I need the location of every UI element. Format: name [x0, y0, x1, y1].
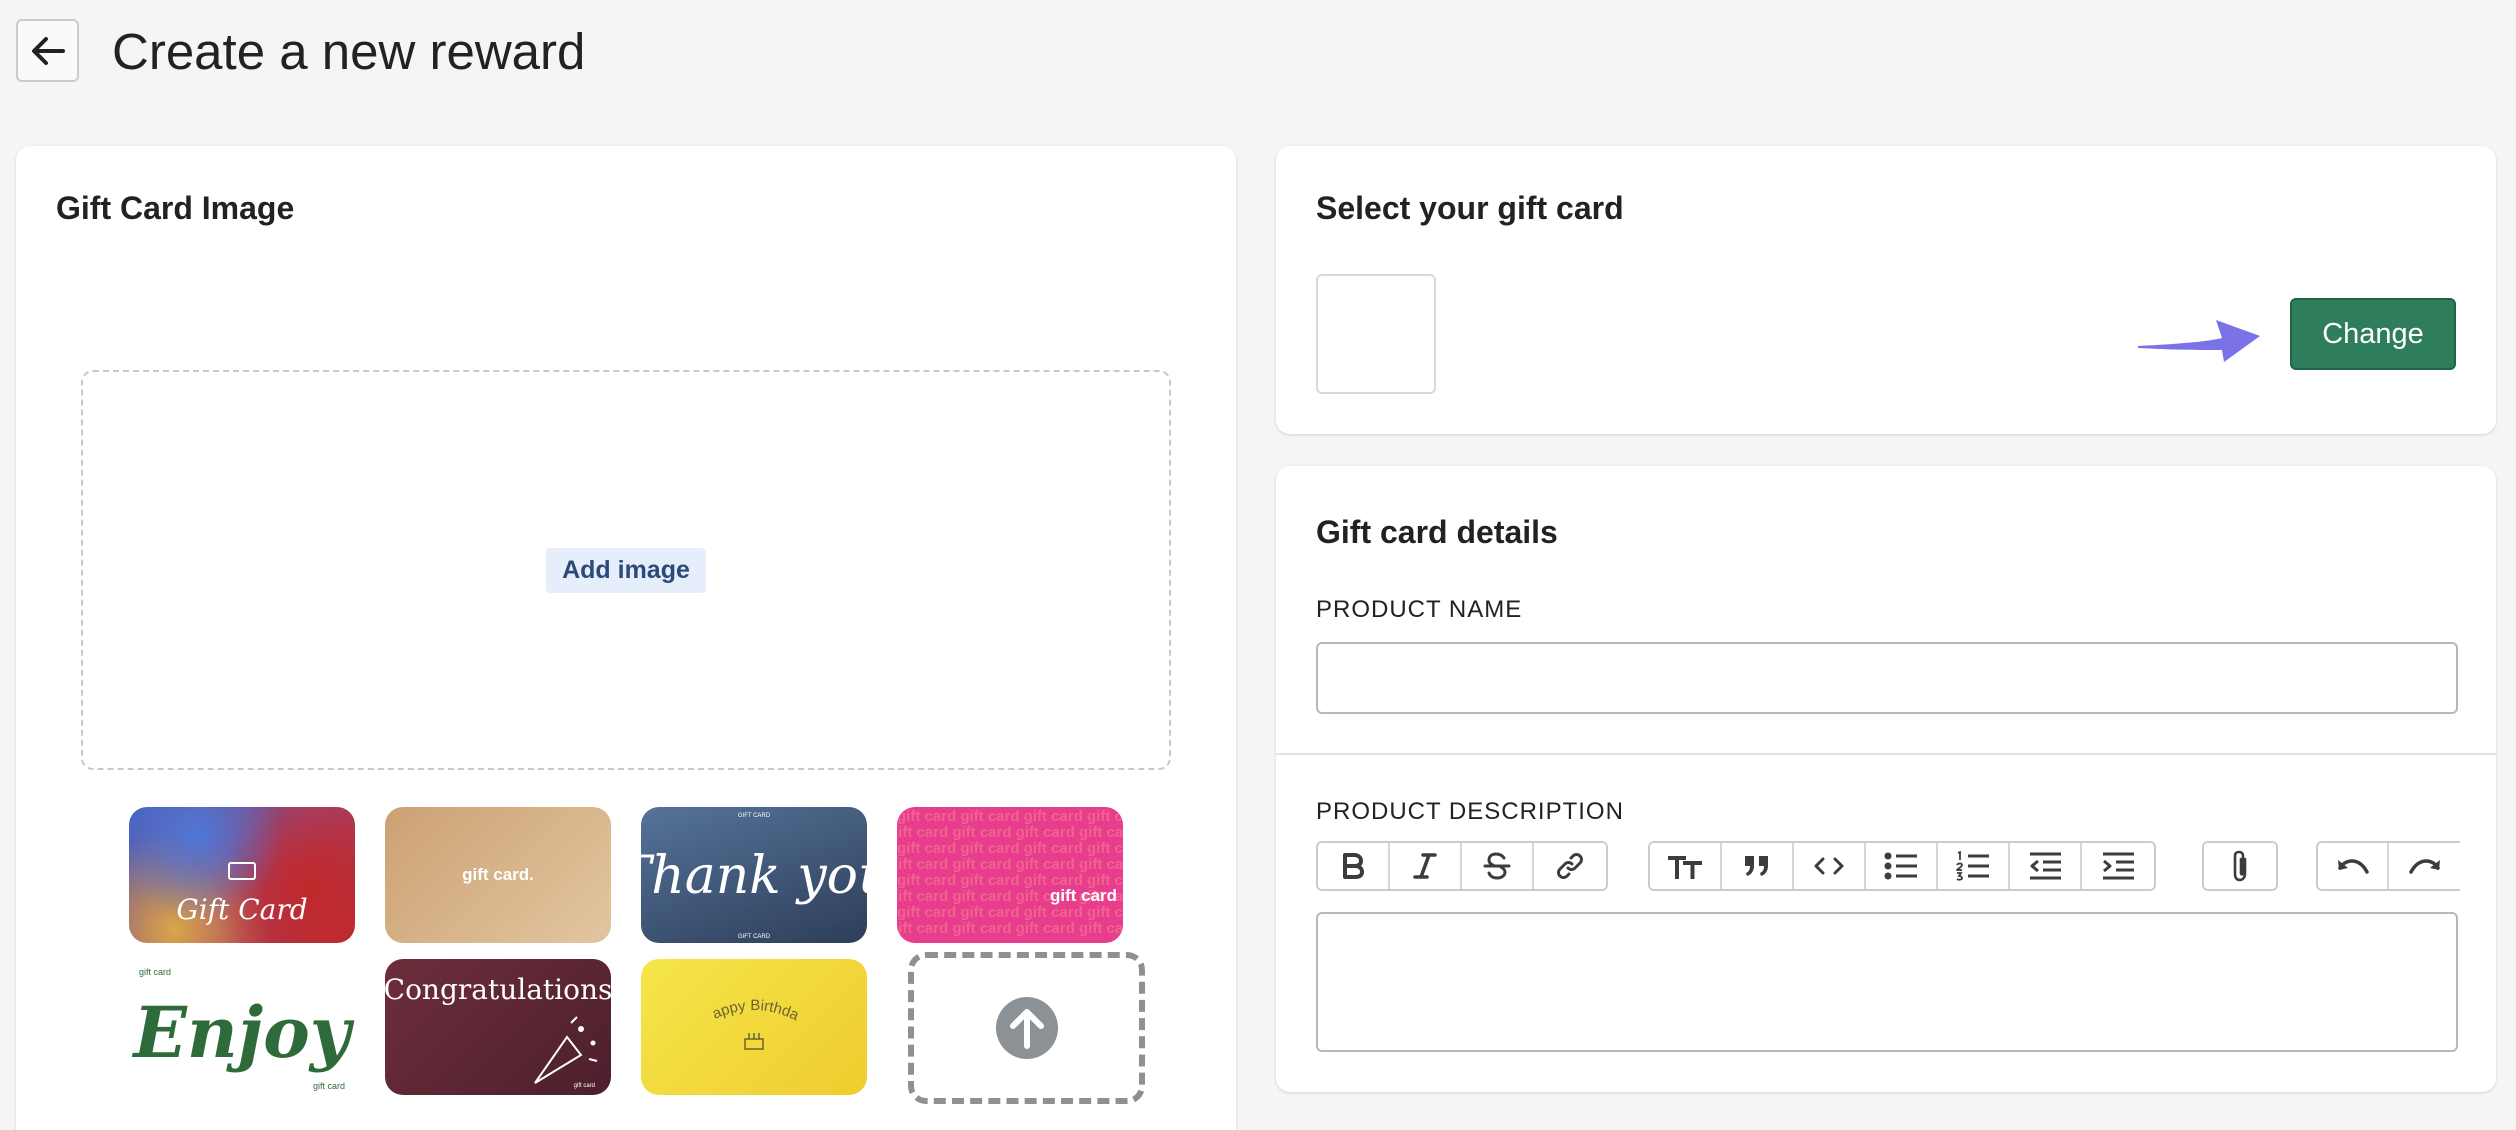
link-button[interactable] [1534, 843, 1606, 889]
bullet-list-button[interactable] [1866, 843, 1938, 889]
product-name-input[interactable] [1316, 642, 2458, 714]
toolbar-group-text-format [1316, 841, 1608, 891]
heading-icon [1668, 856, 1702, 879]
upload-image-tile[interactable] [908, 952, 1145, 1104]
svg-text:gift card gift card gift card: gift card gift card gift card gift card … [897, 840, 1123, 857]
select-gift-card-heading: Select your gift card [1316, 190, 1624, 226]
template-happy-birthday[interactable]: Happy Birthday [641, 959, 867, 1095]
strikethrough-icon [1483, 852, 1511, 880]
page-title: Create a new reward [112, 23, 586, 80]
decrease-indent-button[interactable] [2010, 843, 2082, 889]
template-enjoy[interactable]: gift card Enjoy gift card [129, 959, 355, 1095]
decrease-indent-icon [2030, 852, 2061, 880]
quote-button[interactable] [1722, 843, 1794, 889]
selected-gift-card-preview [1316, 274, 1436, 394]
gift-card-pink-art: gift card gift card gift card gift card … [897, 808, 1123, 937]
svg-text:Gift Card: Gift Card [176, 893, 307, 926]
undo-button[interactable] [2318, 843, 2390, 889]
gift-card-image-heading: Gift Card Image [56, 190, 295, 226]
enjoy-art: gift card Enjoy gift card [132, 967, 355, 1091]
template-gift-card-gradient[interactable]: Gift Card [129, 807, 355, 943]
svg-text:gift card gift card gift card: gift card gift card gift card gift card … [897, 824, 1123, 841]
svg-text:gift card: gift card [313, 1081, 345, 1091]
attach-icon [2233, 850, 2247, 882]
numbered-list-icon [1956, 851, 1989, 881]
code-icon [1814, 857, 1844, 875]
redo-button[interactable] [2389, 843, 2460, 889]
svg-text:Happy Birthday: Happy Birthday [641, 959, 802, 1024]
product-description-label: PRODUCT DESCRIPTION [1316, 798, 1624, 825]
svg-text:gift card gift card gift card: gift card gift card gift card gift card … [897, 856, 1123, 873]
image-dropzone[interactable]: Add image [81, 370, 1171, 770]
heading-button[interactable] [1650, 843, 1722, 889]
arrow-up-circle-icon [995, 997, 1058, 1059]
svg-text:Thank you: Thank you [641, 846, 867, 906]
bold-icon [1343, 853, 1364, 879]
svg-text:Congratulations: Congratulations [385, 973, 611, 1006]
template-congratulations[interactable]: Congratulations gift card [385, 959, 611, 1095]
happy-birthday-art: Happy Birthday [641, 959, 802, 1050]
svg-text:gift card: gift card [1050, 886, 1117, 905]
bullet-list-icon [1884, 852, 1917, 880]
gift-card-details-card: Gift card details PRODUCT NAME PRODUCT D… [1276, 466, 2496, 1092]
arrow-right-icon [2138, 320, 2260, 362]
numbered-list-button[interactable] [1938, 843, 2010, 889]
svg-text:gift card: gift card [574, 1083, 595, 1089]
select-gift-card-card: Select your gift card Change [1276, 146, 2496, 434]
gift-card-image-card: Gift Card Image Add image Gift Card gift… [16, 146, 1236, 1130]
template-thank-you[interactable]: GIFT CARD Thank you GIFT CARD [641, 807, 867, 943]
svg-text:Enjoy: Enjoy [132, 991, 355, 1074]
strikethrough-button[interactable] [1462, 843, 1534, 889]
bold-button[interactable] [1318, 843, 1390, 889]
undo-icon [2337, 859, 2369, 874]
thank-you-art: GIFT CARD Thank you GIFT CARD [641, 813, 867, 940]
divider [1276, 753, 2496, 755]
increase-indent-icon [2103, 852, 2134, 880]
redo-icon [2408, 859, 2440, 874]
toolbar-group-history [2316, 841, 2460, 891]
template-gift-card-pink[interactable]: gift card gift card gift card gift card … [897, 807, 1123, 943]
svg-text:gift card gift card gift card: gift card gift card gift card gift card … [897, 808, 1123, 825]
product-description-editor[interactable] [1316, 912, 2458, 1052]
back-button[interactable] [16, 19, 79, 82]
svg-text:GIFT CARD: GIFT CARD [738, 813, 771, 819]
gift-card-tan-label: gift card. [462, 865, 534, 884]
svg-text:gift card: gift card [139, 967, 171, 977]
gift-card-gradient-art: Gift Card [176, 862, 308, 926]
italic-button[interactable] [1390, 843, 1462, 889]
toolbar-group-blocks [1648, 841, 2156, 891]
attach-button[interactable] [2204, 843, 2276, 889]
add-image-button[interactable]: Add image [546, 547, 706, 593]
code-button[interactable] [1794, 843, 1866, 889]
svg-text:GIFT CARD: GIFT CARD [738, 934, 771, 940]
quote-icon [1745, 856, 1768, 876]
toolbar-group-attach [2202, 841, 2278, 891]
congratulations-art: Congratulations gift card [385, 973, 611, 1089]
product-name-label: PRODUCT NAME [1316, 596, 1523, 623]
svg-text:gift card gift card gift card: gift card gift card gift card gift card … [897, 904, 1123, 921]
change-gift-card-button[interactable]: Change [2290, 298, 2456, 370]
gift-card-details-heading: Gift card details [1316, 514, 1558, 550]
template-gift-card-tan[interactable]: gift card. [385, 807, 611, 943]
svg-text:gift card gift card gift card: gift card gift card gift card gift card … [897, 920, 1123, 937]
arrow-left-icon [31, 36, 65, 65]
link-icon [1557, 853, 1583, 879]
italic-icon [1413, 853, 1437, 879]
increase-indent-button[interactable] [2082, 843, 2154, 889]
